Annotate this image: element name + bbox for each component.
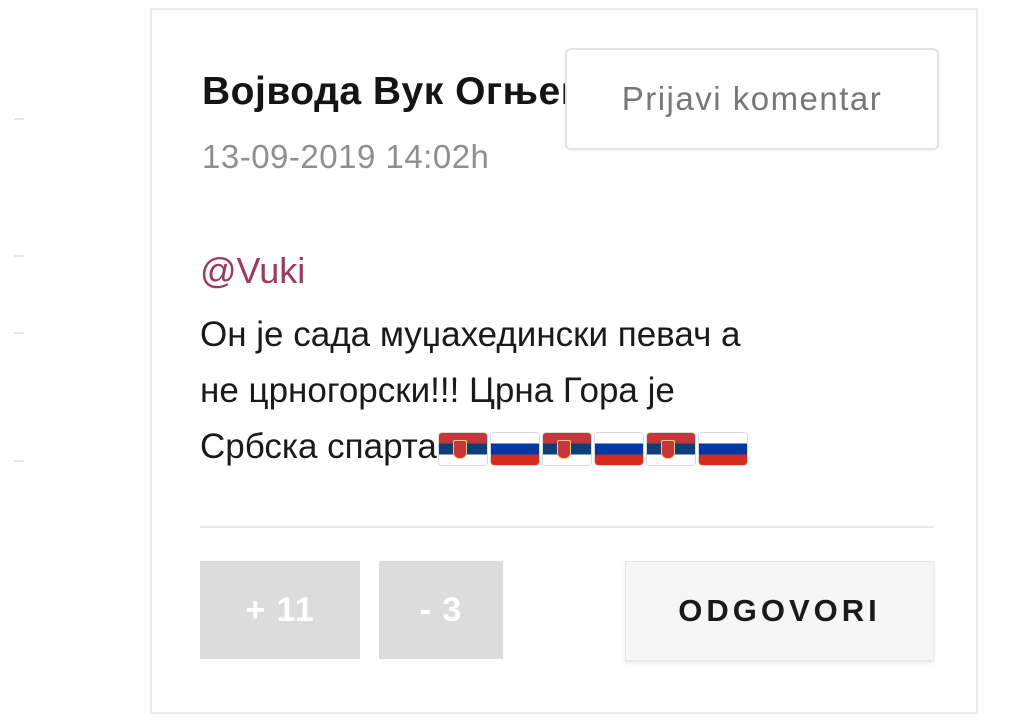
left-edge-mark: [14, 332, 24, 334]
serbia-flag-icon: [646, 432, 695, 465]
comment-mention-link[interactable]: @Vuki: [200, 250, 305, 292]
left-edge-mark: [14, 118, 24, 120]
reply-button[interactable]: ODGOVORI: [625, 561, 934, 661]
upvote-button[interactable]: + 11: [200, 561, 360, 659]
russia-flag-icon: [594, 432, 643, 465]
comment-author: Војвода Вук Огњени: [202, 70, 572, 113]
comment-timestamp: 13-09-2019 14:02h: [202, 138, 490, 175]
report-comment-button[interactable]: Prijavi komentar: [565, 48, 939, 150]
comment-body: Он је сада муџахедински певач а не црног…: [200, 307, 920, 475]
comment-body-line: не црногорски!!! Црна Гора је: [200, 371, 675, 410]
left-edge-mark: [14, 255, 24, 257]
flag-emoji-row: [438, 432, 747, 465]
comment-body-line: Он је сада муџахедински певач а: [200, 315, 741, 354]
russia-flag-icon: [490, 432, 539, 465]
divider: [200, 526, 934, 528]
downvote-button[interactable]: - 3: [379, 561, 503, 659]
comment-body-line-with-flags: Србска спарта: [200, 419, 920, 475]
serbia-flag-icon: [438, 432, 487, 465]
page: Војвода Вук Огњени Prijavi komentar 13-0…: [0, 0, 1023, 720]
russia-flag-icon: [698, 432, 747, 465]
serbia-flag-icon: [542, 432, 591, 465]
comment-card: Војвода Вук Огњени Prijavi komentar 13-0…: [150, 8, 978, 714]
left-edge-mark: [14, 460, 24, 462]
left-edge-content: [0, 0, 40, 720]
comment-body-line: Србска спарта: [200, 427, 437, 466]
